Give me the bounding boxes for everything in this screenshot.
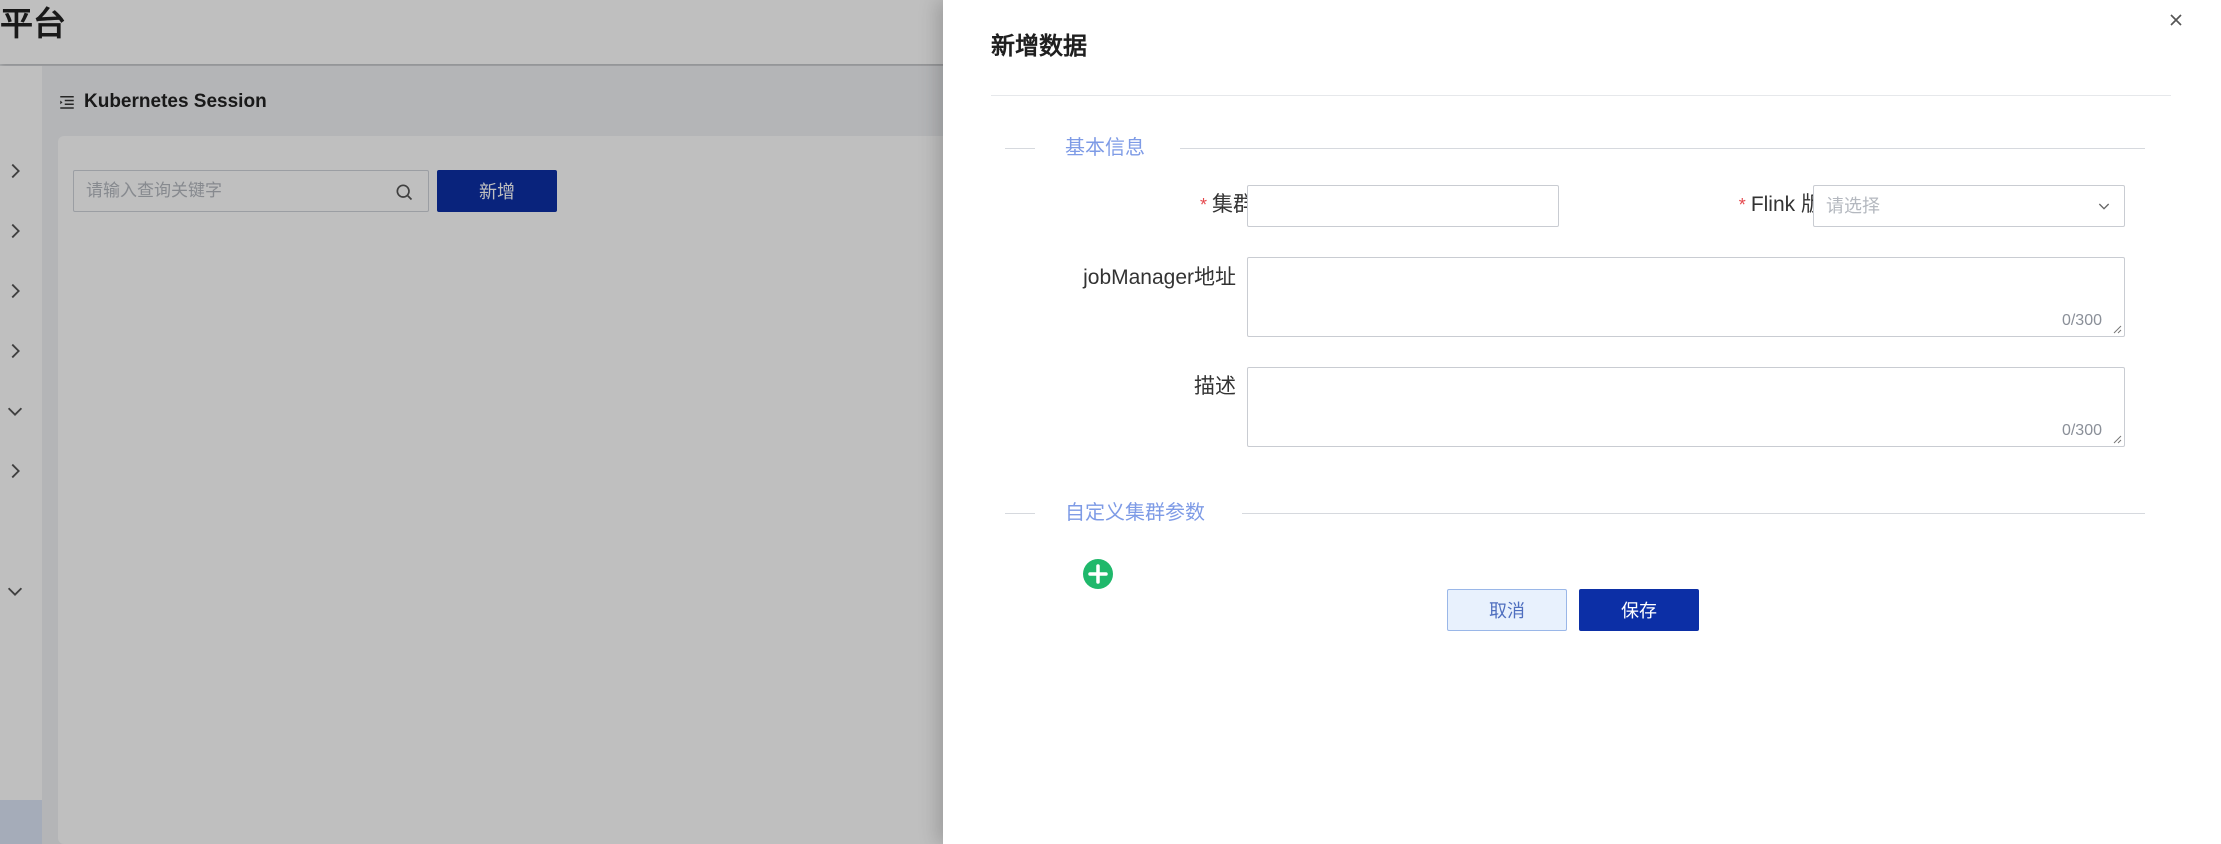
section-custom-params: 自定义集群参数 (1005, 498, 2145, 528)
resize-grip-icon[interactable] (2110, 432, 2122, 444)
job-manager-textarea-wrap[interactable]: 0/300 (1247, 257, 2125, 337)
required-mark: * (1738, 195, 1746, 215)
save-button[interactable]: 保存 (1579, 589, 1699, 631)
section-title-custom: 自定义集群参数 (1065, 502, 1205, 524)
required-mark: * (1199, 195, 1207, 215)
flink-version-select[interactable]: 请选择 (1813, 185, 2125, 227)
add-data-drawer: 新增数据 基本信息 *集群名称 *Flink 版本 请选择 jobManager… (943, 0, 2221, 844)
add-param-button[interactable] (1082, 558, 1114, 590)
section-title-basic: 基本信息 (1065, 137, 1145, 159)
description-textarea[interactable] (1248, 368, 2124, 446)
drawer-title: 新增数据 (991, 33, 1087, 60)
job-manager-label: jobManager地址 (1083, 266, 1236, 289)
flink-version-placeholder: 请选择 (1826, 196, 1880, 216)
drawer-divider (991, 95, 2171, 96)
description-counter: 0/300 (2061, 422, 2102, 439)
cancel-button[interactable]: 取消 (1447, 589, 1567, 631)
section-line-left (1005, 513, 1035, 514)
job-manager-counter: 0/300 (2061, 312, 2102, 329)
close-icon[interactable] (2166, 10, 2186, 30)
resize-grip-icon[interactable] (2110, 322, 2122, 334)
section-line-right (1242, 513, 2145, 514)
cluster-name-input[interactable] (1247, 185, 1559, 227)
plus-circle-icon (1083, 559, 1113, 589)
description-label: 描述 (1194, 375, 1236, 398)
section-basic-info: 基本信息 (1005, 133, 2145, 163)
section-line-right (1180, 148, 2145, 149)
job-manager-textarea[interactable] (1248, 258, 2124, 336)
section-line-left (1005, 148, 1035, 149)
chevron-down-icon (2096, 198, 2112, 214)
modal-mask[interactable] (0, 0, 943, 844)
description-textarea-wrap[interactable]: 0/300 (1247, 367, 2125, 447)
